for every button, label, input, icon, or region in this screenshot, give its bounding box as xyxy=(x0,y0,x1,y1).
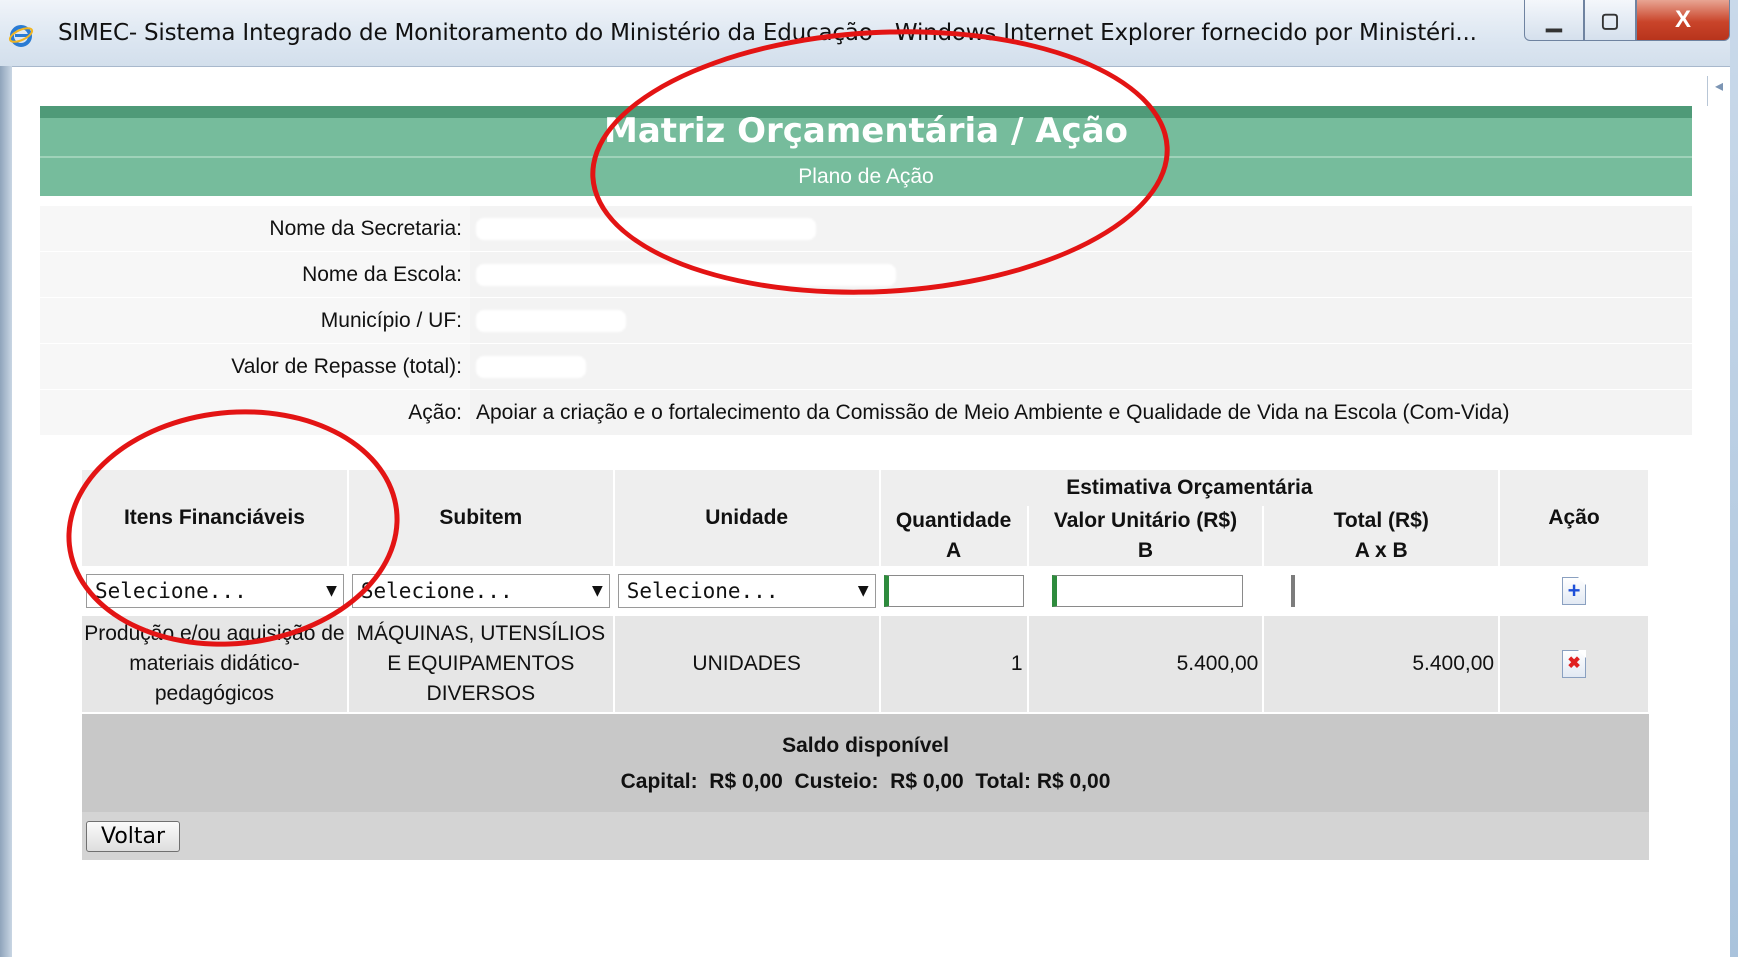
footer-row: Voltar xyxy=(82,812,1649,860)
valor-unitario-input[interactable] xyxy=(1051,575,1244,607)
window-title: SIMEC- Sistema Integrado de Monitorament… xyxy=(58,20,1477,46)
valor-unitario-cell xyxy=(1027,566,1264,616)
col-header-acao: Ação xyxy=(1499,470,1650,566)
footer-cell: Voltar xyxy=(82,812,1649,860)
info-row-municipio: Município / UF: xyxy=(40,297,1692,344)
col-header-estimativa: Estimativa Orçamentária xyxy=(879,470,1501,506)
window-controls: ▁ ▢ X xyxy=(1524,0,1730,41)
total-cell xyxy=(1263,566,1500,616)
col-header-unidade: Unidade xyxy=(613,470,881,566)
saldo-cell: Saldo disponível Capital: R$ 0,00 Custei… xyxy=(82,712,1649,812)
chevron-down-icon: ▼ xyxy=(857,583,869,599)
add-icon[interactable]: + xyxy=(1562,577,1587,605)
subitem-select-value: Selecione... xyxy=(360,579,513,603)
subitem-cell: Selecione... ▼ xyxy=(347,566,614,616)
saldo-values: Capital: R$ 0,00 Custeio: R$ 0,00 Total:… xyxy=(620,770,1111,793)
valor-unitario-header-label: Valor Unitário (R$) xyxy=(1053,509,1238,532)
municipio-value-redacted xyxy=(470,297,1692,344)
row-unidade: UNIDADES xyxy=(613,616,881,713)
quantidade-cell xyxy=(879,566,1028,616)
total-header-label: Total (R$) xyxy=(1333,509,1429,532)
window-frame-left xyxy=(0,66,12,957)
repasse-value-redacted xyxy=(470,343,1692,390)
municipio-label: Município / UF: xyxy=(40,297,470,344)
escola-value-redacted xyxy=(470,251,1692,298)
escola-label: Nome da Escola: xyxy=(40,251,470,298)
col-header-quantidade: Quantidade A xyxy=(879,506,1029,566)
close-button[interactable]: X xyxy=(1636,0,1730,41)
col-header-total: Total (R$) A x B xyxy=(1263,506,1501,566)
add-cell: + xyxy=(1499,566,1649,616)
maximize-button[interactable]: ▢ xyxy=(1584,0,1636,41)
quantidade-header-sub: A xyxy=(946,539,962,562)
scrollbar-up-icon[interactable]: ◂ xyxy=(1707,76,1730,106)
total-header-sub: A x B xyxy=(1354,539,1408,562)
voltar-button[interactable]: Voltar xyxy=(86,820,181,852)
info-row-repasse: Valor de Repasse (total): xyxy=(40,343,1692,390)
row-total: 5.400,00 xyxy=(1263,616,1501,713)
table-row: Produção e/ou aquisição de materiais did… xyxy=(82,616,1650,713)
quantidade-input[interactable] xyxy=(883,575,1024,607)
saldo-row: Saldo disponível Capital: R$ 0,00 Custei… xyxy=(82,712,1649,812)
subitem-select[interactable]: Selecione... ▼ xyxy=(351,574,610,608)
row-action-cell: ✖ xyxy=(1499,616,1650,713)
unidade-select-value: Selecione... xyxy=(626,579,779,603)
unidade-select[interactable]: Selecione... ▼ xyxy=(617,574,876,608)
row-subitem: MÁQUINAS, UTENSÍLIOS E EQUIPAMENTOS DIVE… xyxy=(347,616,615,713)
valor-unitario-header-sub: B xyxy=(1137,539,1154,562)
total-readonly-field xyxy=(1291,575,1484,607)
quantidade-header-label: Quantidade xyxy=(895,509,1012,532)
unidade-cell: Selecione... ▼ xyxy=(613,566,880,616)
repasse-label: Valor de Repasse (total): xyxy=(40,343,470,390)
desktop-edge xyxy=(1730,0,1738,957)
saldo-title: Saldo disponível xyxy=(782,734,949,757)
acao-value: Apoiar a criação e o fortalecimento da C… xyxy=(470,389,1692,436)
chevron-down-icon: ▼ xyxy=(591,583,603,599)
row-quantidade: 1 xyxy=(879,616,1029,713)
delete-icon[interactable]: ✖ xyxy=(1562,650,1587,678)
secretaria-label: Nome da Secretaria: xyxy=(40,206,470,252)
internet-explorer-icon xyxy=(8,25,34,47)
row-valor-unitario: 5.400,00 xyxy=(1027,616,1265,713)
col-header-valor-unitario: Valor Unitário (R$) B xyxy=(1027,506,1265,566)
minimize-button[interactable]: ▁ xyxy=(1524,0,1584,41)
